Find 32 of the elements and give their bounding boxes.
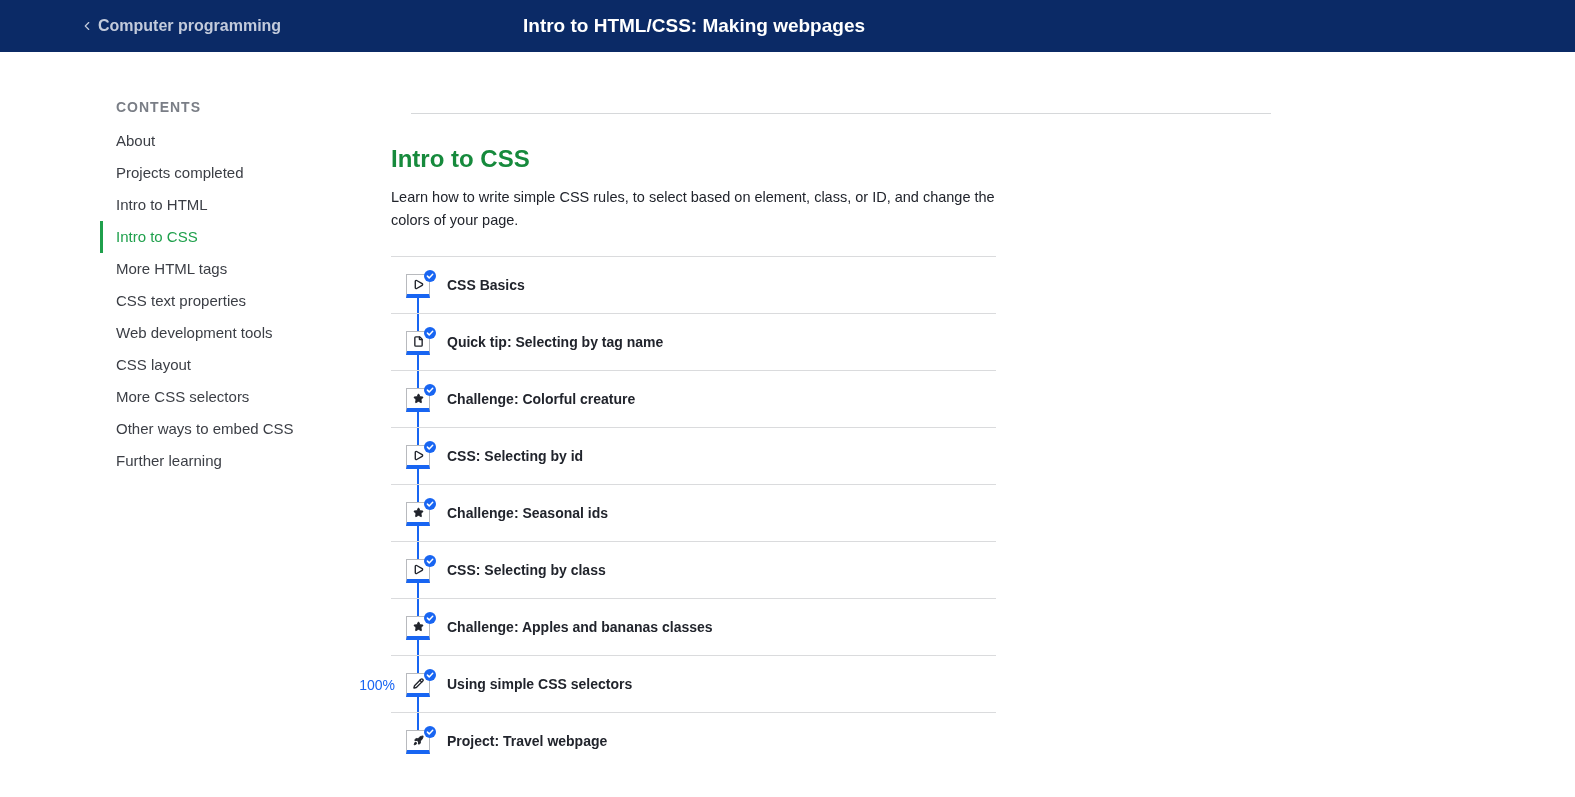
lesson-link[interactable]: Quick tip: Selecting by tag name	[447, 331, 664, 353]
course-title: Intro to HTML/CSS: Making webpages	[523, 13, 865, 38]
sidebar-link[interactable]: CSS text properties	[100, 285, 247, 317]
lesson-link[interactable]: Challenge: Apples and bananas classes	[447, 616, 713, 638]
lesson-link[interactable]: Using simple CSS selectors	[447, 673, 633, 695]
play-icon	[406, 559, 430, 583]
sidebar-link[interactable]: About	[100, 125, 156, 157]
back-link[interactable]: Computer programming	[80, 14, 282, 38]
lesson-link[interactable]: CSS: Selecting by class	[447, 559, 606, 581]
sidebar-link[interactable]: Further learning	[100, 445, 222, 477]
play-icon	[406, 445, 430, 469]
sidebar-link[interactable]: Web development tools	[100, 317, 273, 349]
lesson-link[interactable]: Project: Travel webpage	[447, 730, 608, 752]
sidebar-link[interactable]: Intro to HTML	[100, 189, 208, 221]
sidebar-link[interactable]: Other ways to embed CSS	[100, 413, 294, 445]
pencil-icon	[406, 673, 430, 697]
lesson-link[interactable]: Challenge: Colorful creature	[447, 388, 636, 410]
sidebar-link[interactable]: CSS layout	[100, 349, 192, 381]
unit-title: Intro to CSS	[391, 144, 530, 174]
play-icon	[406, 274, 430, 298]
sidebar-link[interactable]: Projects completed	[100, 157, 244, 189]
progress-percent: 100%	[359, 675, 395, 695]
sidebar-link[interactable]: More CSS selectors	[100, 381, 250, 413]
lesson-link[interactable]: CSS Basics	[447, 274, 525, 296]
unit-description: Learn how to write simple CSS rules, to select based on element, class, or ID, and change the colors of your page.	[391, 188, 996, 230]
sidebar-link[interactable]: Intro to CSS	[100, 221, 198, 253]
sidebar-link[interactable]: More HTML tags	[100, 253, 228, 285]
rocket-icon	[406, 730, 430, 754]
lesson-link[interactable]: Challenge: Seasonal ids	[447, 502, 609, 524]
lesson-link[interactable]: CSS: Selecting by id	[447, 445, 584, 467]
document-icon	[406, 331, 430, 355]
contents-heading: CONTENTS	[115, 98, 201, 117]
